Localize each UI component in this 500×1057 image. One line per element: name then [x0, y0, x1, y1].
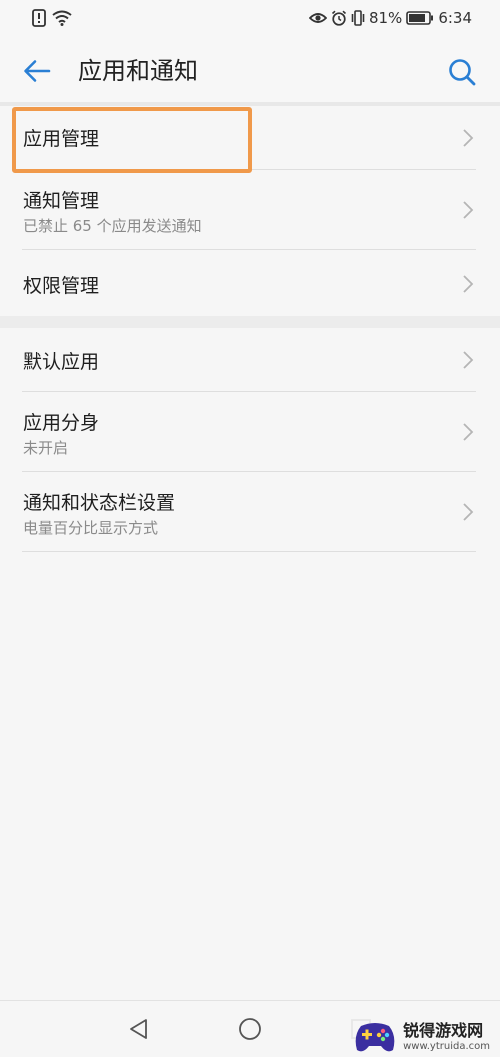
watermark-title: 锐得游戏网	[403, 1021, 484, 1040]
item-title: 权限管理	[23, 275, 100, 297]
item-subtitle: 未开启	[23, 439, 69, 457]
watermark-url: www.ytruida.com	[403, 1041, 490, 1052]
nav-home-button[interactable]	[236, 1015, 264, 1043]
battery-percent: 81%	[368, 9, 403, 27]
list-item-app-twin[interactable]: 应用分身 未开启	[0, 392, 500, 472]
alarm-icon	[331, 10, 347, 26]
item-title: 默认应用	[23, 351, 100, 373]
list-item-notification-management[interactable]: 通知管理 已禁止 65 个应用发送通知	[0, 170, 500, 250]
app-bar: 应用和通知	[0, 40, 500, 102]
item-subtitle: 电量百分比显示方式	[23, 519, 159, 537]
watermark: 锐得游戏网 www.ytruida.com	[349, 1018, 494, 1056]
page-title: 应用和通知	[78, 57, 198, 85]
wifi-icon	[52, 10, 72, 26]
search-button[interactable]	[446, 56, 478, 88]
back-arrow-icon	[24, 60, 51, 82]
battery-icon	[406, 11, 434, 25]
nav-back-button[interactable]	[125, 1015, 153, 1043]
status-bar: 81% 6:34	[0, 0, 500, 40]
chevron-right-icon	[463, 129, 474, 147]
status-time: 6:34	[438, 9, 472, 27]
list-item-default-apps[interactable]: 默认应用	[0, 328, 500, 392]
chevron-right-icon	[463, 275, 474, 293]
watermark-text: 锐得游戏网 www.ytruida.com	[403, 1021, 490, 1053]
group-gap	[0, 316, 500, 328]
notification-alert-icon	[32, 9, 46, 27]
status-left	[32, 9, 72, 27]
chevron-right-icon	[463, 351, 474, 369]
list-item-app-management[interactable]: 应用管理	[0, 106, 500, 170]
settings-group-1: 应用管理 通知管理 已禁止 65 个应用发送通知 权限管理	[0, 106, 500, 316]
item-subtitle: 已禁止 65 个应用发送通知	[23, 217, 202, 235]
list-item-permission-management[interactable]: 权限管理	[0, 250, 500, 316]
list-item-notification-statusbar-settings[interactable]: 通知和状态栏设置 电量百分比显示方式	[0, 472, 500, 552]
search-icon	[449, 59, 476, 86]
status-right: 81% 6:34	[308, 9, 472, 27]
nav-home-icon	[239, 1018, 261, 1040]
back-button[interactable]	[20, 56, 54, 86]
nav-back-icon	[130, 1019, 147, 1039]
chevron-right-icon	[463, 503, 474, 521]
chevron-right-icon	[463, 423, 474, 441]
item-separator	[22, 551, 476, 552]
chevron-right-icon	[463, 201, 474, 219]
item-title: 通知管理	[23, 190, 100, 212]
item-title: 应用管理	[23, 128, 100, 150]
gamepad-logo-icon	[355, 1023, 395, 1052]
settings-group-2: 默认应用 应用分身 未开启 通知和状态栏设置 电量百分比显示方式	[0, 328, 500, 552]
item-title: 应用分身	[23, 412, 100, 434]
eye-icon	[308, 13, 327, 23]
item-title: 通知和状态栏设置	[23, 492, 176, 514]
vibrate-icon	[351, 10, 365, 26]
